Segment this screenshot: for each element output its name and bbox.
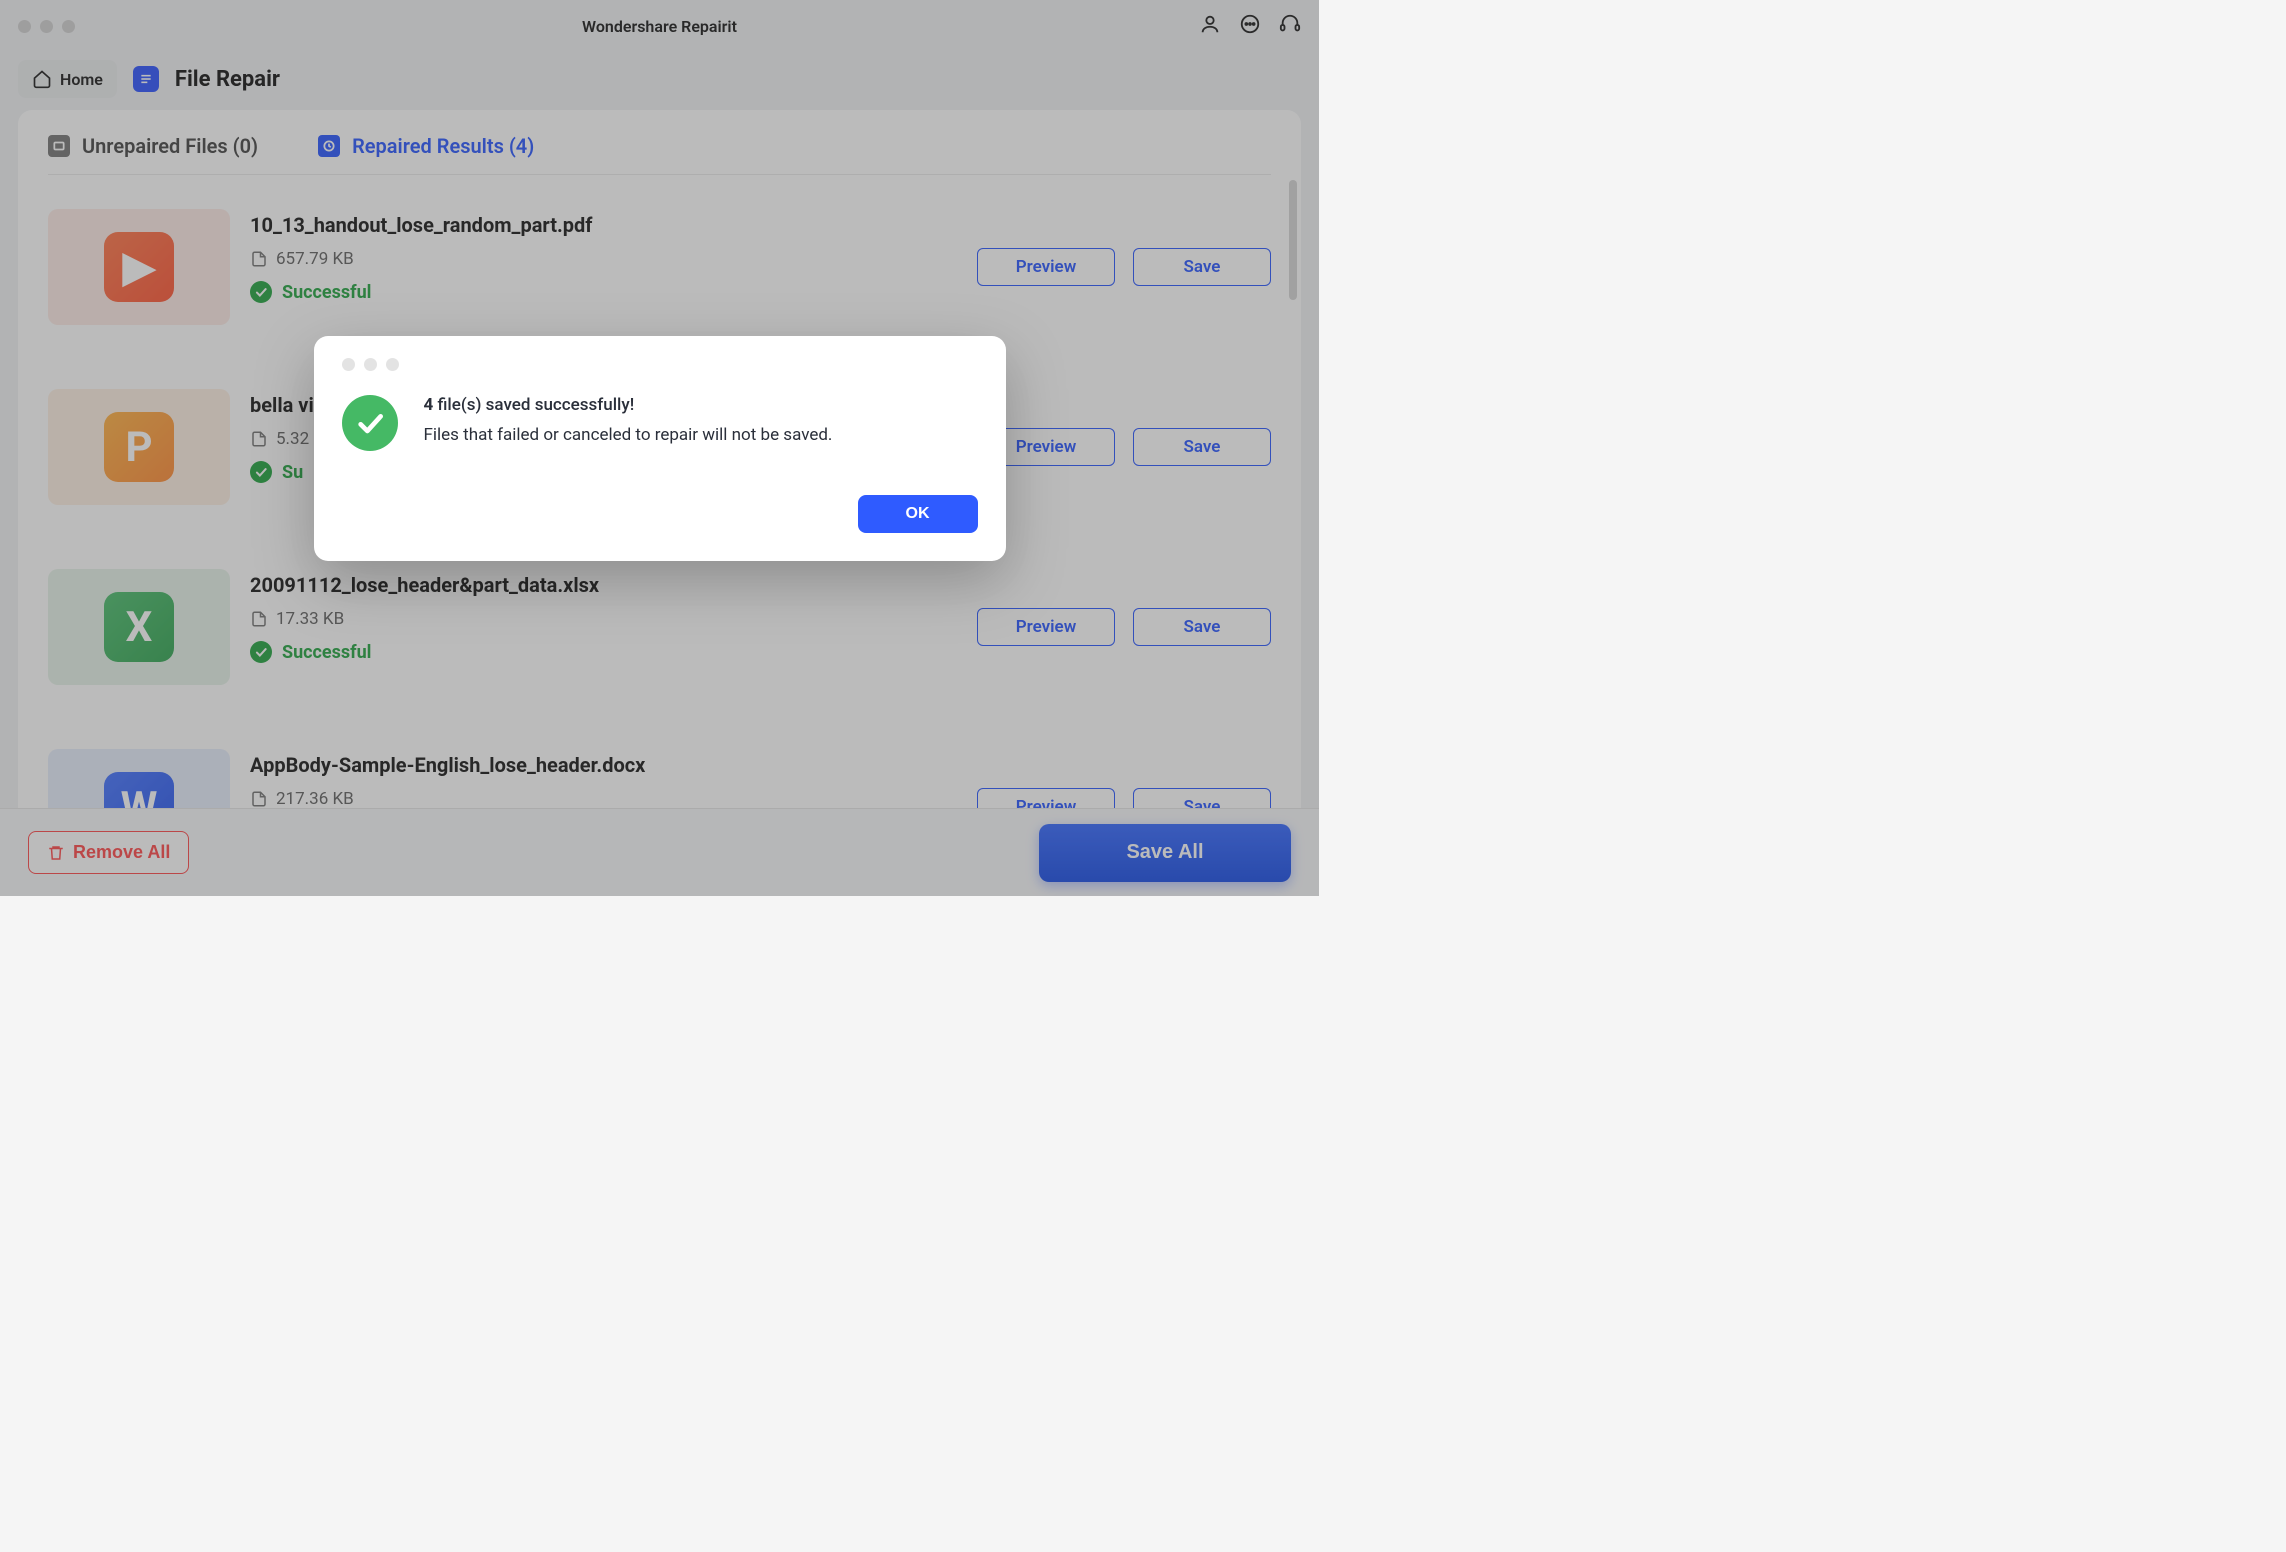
dialog-count: 4 — [424, 395, 434, 415]
dialog-max-dot[interactable] — [386, 358, 399, 371]
dialog-min-dot[interactable] — [364, 358, 377, 371]
dialog-close-dot[interactable] — [342, 358, 355, 371]
save-success-dialog: 4 file(s) saved successfully! Files that… — [314, 336, 1006, 561]
ok-button[interactable]: OK — [858, 495, 978, 533]
modal-overlay: 4 file(s) saved successfully! Files that… — [0, 0, 1319, 896]
dialog-line2: Files that failed or canceled to repair … — [424, 425, 978, 445]
dialog-line1: 4 file(s) saved successfully! — [424, 395, 978, 415]
success-check-icon — [342, 395, 398, 451]
dialog-line1-suffix: file(s) saved successfully! — [433, 395, 634, 415]
